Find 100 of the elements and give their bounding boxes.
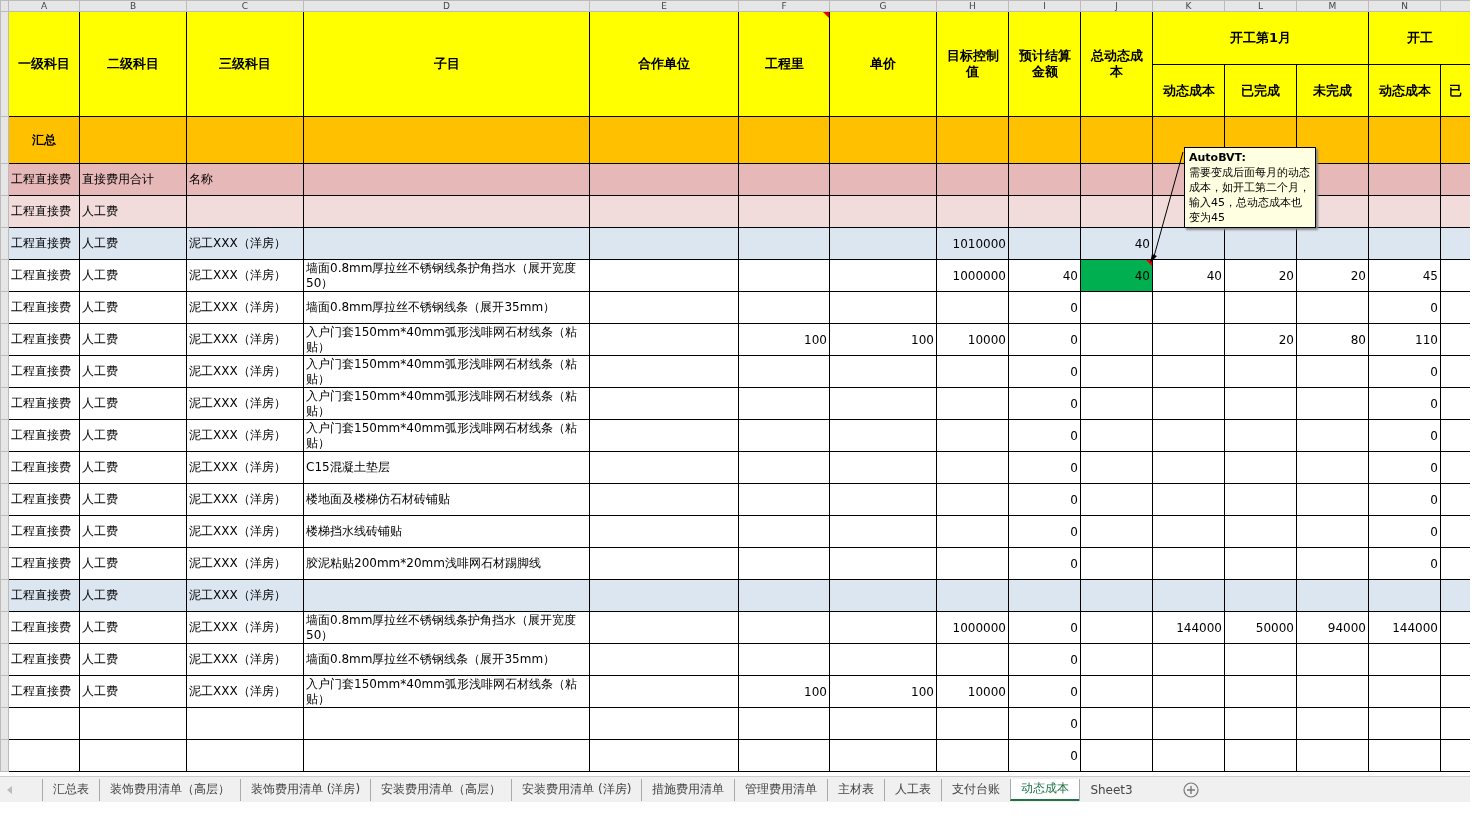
table-cell: 泥工XXX（洋房） — [186, 227, 304, 260]
column-letter[interactable]: H — [936, 0, 1009, 12]
table-cell: 0 — [1368, 355, 1441, 388]
table-cell: 0 — [1008, 323, 1081, 356]
table-cell: 人工费 — [79, 195, 187, 228]
sheet-tab[interactable]: 安装费用清单（高层） — [370, 778, 512, 801]
column-header: 合作单位 — [589, 11, 739, 117]
table-cell: 10000 — [936, 675, 1009, 708]
table-cell: 人工费 — [79, 419, 187, 452]
table-cell: 人工费 — [79, 291, 187, 324]
table-cell: 0 — [1008, 515, 1081, 548]
table-cell: 人工费 — [79, 259, 187, 292]
sheet-tab[interactable]: 装饰费用清单（高层） — [99, 778, 240, 801]
sheet-tab[interactable]: 人工表 — [884, 778, 942, 801]
table-cell: 泥工XXX（洋房） — [186, 451, 304, 484]
table-cell: 泥工XXX（洋房） — [186, 611, 304, 644]
sheet-tab[interactable]: 安装费用清单 (洋房) — [511, 778, 642, 801]
column-letter[interactable]: C — [186, 0, 304, 12]
table-cell: 汇总 — [8, 116, 80, 164]
table-cell: 楼梯挡水线砖铺贴 — [303, 515, 590, 548]
table-cell: 泥工XXX（洋房） — [186, 547, 304, 580]
column-header: 单价 — [829, 11, 937, 117]
table-cell: 入户门套150mm*40mm弧形浅啡网石材线条（粘贴） — [303, 355, 590, 388]
table-cell: 泥工XXX（洋房） — [186, 483, 304, 516]
table-cell: 144000 — [1152, 611, 1225, 644]
column-letter[interactable]: J — [1080, 0, 1153, 12]
comment-author: AutoBVT: — [1189, 150, 1247, 165]
table-cell: 泥工XXX（洋房） — [186, 387, 304, 420]
sheet-tab[interactable]: 汇总表 — [42, 778, 99, 801]
table-cell: 0 — [1368, 451, 1441, 484]
column-header: 目标控制值 — [936, 11, 1009, 117]
column-letter[interactable]: B — [79, 0, 187, 12]
table-cell: 入户门套150mm*40mm弧形浅啡网石材线条（粘贴） — [303, 387, 590, 420]
table-cell: 入户门套150mm*40mm弧形浅啡网石材线条（粘贴） — [303, 675, 590, 708]
column-header: 总动态成本 — [1080, 11, 1153, 117]
table-cell: 0 — [1008, 419, 1081, 452]
table-cell: 人工费 — [79, 547, 187, 580]
sheet-tab[interactable]: 主材表 — [827, 778, 885, 801]
table-cell: 0 — [1008, 291, 1081, 324]
table-cell: 泥工XXX（洋房） — [186, 323, 304, 356]
table-cell: 人工费 — [79, 515, 187, 548]
column-header: 已 — [1440, 64, 1470, 117]
table-cell: 0 — [1008, 355, 1081, 388]
table-cell: 工程直接费 — [8, 643, 80, 676]
table-cell: 1010000 — [936, 227, 1009, 260]
table-cell: 人工费 — [79, 323, 187, 356]
column-letter[interactable]: K — [1152, 0, 1225, 12]
table-cell: 人工费 — [79, 227, 187, 260]
table-cell: 人工费 — [79, 451, 187, 484]
table-cell — [8, 739, 80, 772]
table-cell: 泥工XXX（洋房） — [186, 291, 304, 324]
table-cell: 工程直接费 — [8, 387, 80, 420]
column-letter[interactable]: G — [829, 0, 937, 12]
table-cell: 工程直接费 — [8, 451, 80, 484]
table-cell: 144000 — [1368, 611, 1441, 644]
column-header: 未完成 — [1296, 64, 1369, 117]
table-cell: 工程直接费 — [8, 483, 80, 516]
column-letter[interactable]: L — [1224, 0, 1297, 12]
table-cell: 0 — [1368, 483, 1441, 516]
table-cell: 10000 — [936, 323, 1009, 356]
table-cell: 110 — [1368, 323, 1441, 356]
table-cell: 工程直接费 — [8, 579, 80, 612]
column-header: 动态成本 — [1152, 64, 1225, 117]
table-cell: 工程直接费 — [8, 227, 80, 260]
add-sheet-icon[interactable] — [1182, 781, 1199, 798]
column-letter[interactable]: N — [1368, 0, 1441, 12]
table-cell: C15混凝土垫层 — [303, 451, 590, 484]
sheet-tab[interactable]: Sheet3 — [1079, 778, 1143, 801]
table-cell: 胶泥粘贴200mm*20mm浅啡网石材踢脚线 — [303, 547, 590, 580]
table-cell: 墙面0.8mm厚拉丝不锈钢线条护角挡水（展开宽度50） — [303, 259, 590, 292]
column-header: 预计结算金额 — [1008, 11, 1081, 117]
table-cell: 入户门套150mm*40mm弧形浅啡网石材线条（粘贴） — [303, 419, 590, 452]
table-cell: 楼地面及楼梯仿石材砖铺贴 — [303, 483, 590, 516]
table-cell: 工程直接费 — [8, 675, 80, 708]
table-cell: 工程直接费 — [8, 355, 80, 388]
sheet-tab[interactable]: 动态成本 — [1010, 778, 1080, 801]
table-cell: 直接费用合计 — [79, 163, 187, 196]
table-cell: 100 — [829, 675, 937, 708]
table-cell: 泥工XXX（洋房） — [186, 355, 304, 388]
table-cell: 1000000 — [936, 259, 1009, 292]
table-cell: 人工费 — [79, 643, 187, 676]
sheet-tab[interactable]: 措施费用清单 — [641, 778, 735, 801]
column-letter[interactable]: D — [303, 0, 590, 12]
table-cell: 人工费 — [79, 611, 187, 644]
column-letter[interactable]: I — [1008, 0, 1081, 12]
table-cell: 工程直接费 — [8, 291, 80, 324]
table-cell: 0 — [1008, 387, 1081, 420]
table-cell: 墙面0.8mm厚拉丝不锈钢线条（展开35mm） — [303, 643, 590, 676]
sheet-tab[interactable]: 装饰费用清单 (洋房) — [240, 778, 371, 801]
column-letter[interactable]: E — [589, 0, 739, 12]
table-cell: 人工费 — [79, 355, 187, 388]
column-header: 一级科目 — [8, 11, 80, 117]
column-letter[interactable]: F — [738, 0, 830, 12]
table-cell: 人工费 — [79, 579, 187, 612]
table-cell: 100 — [738, 675, 830, 708]
table-cell: 20 — [1224, 323, 1297, 356]
sheet-tab[interactable]: 管理费用清单 — [734, 778, 828, 801]
column-letter[interactable]: A — [8, 0, 80, 12]
column-header: 动态成本 — [1368, 64, 1441, 117]
column-letter[interactable]: M — [1296, 0, 1369, 12]
